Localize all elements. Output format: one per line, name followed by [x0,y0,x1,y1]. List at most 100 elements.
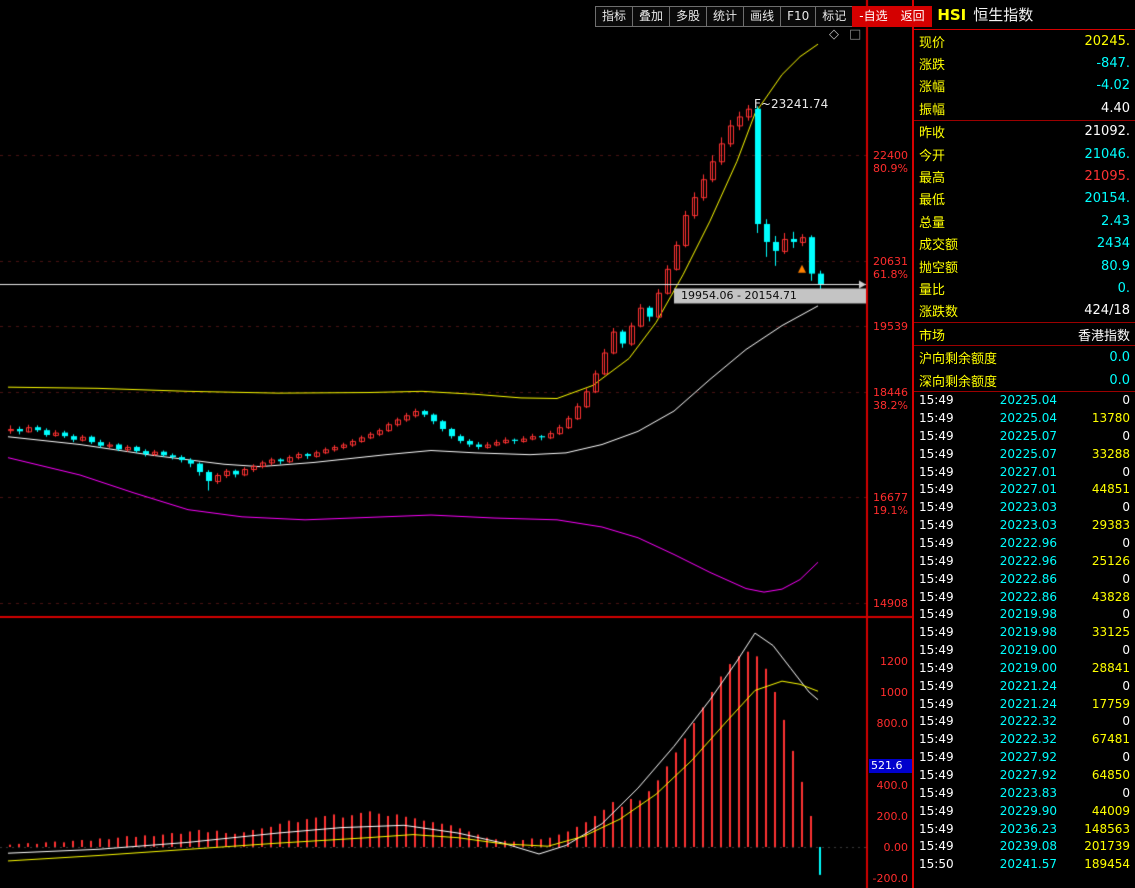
quota-rows-container: 沪向剩余额度 0.0深向剩余额度0.0 [914,346,1135,391]
chart-toolbar: 指标叠加多股统计画线F10标记-自选返回 [596,6,932,27]
tick-time: 15:49 [919,624,963,642]
tick-time: 15:49 [919,785,963,803]
tick-volume: 0 [1070,535,1130,553]
tick-price: 20241.57 [963,856,1070,874]
tick-row: 15:4920219.980 [914,606,1135,624]
tick-volume: 43828 [1070,589,1130,607]
indicator-axis-label: 1200 [880,655,908,668]
fib-percent-label: 38.2% [873,399,908,412]
quote-row-label: 最低 [919,189,945,208]
tick-row: 15:4920225.070 [914,428,1135,446]
tick-time: 15:49 [919,446,963,464]
tick-row: 15:4920225.040 [914,392,1135,410]
tick-volume: 0 [1070,428,1130,446]
tick-row: 15:4920227.010 [914,464,1135,482]
quote-row: 振幅4.40 [914,97,1135,119]
tick-row: 15:4920229.9044009 [914,803,1135,821]
tick-volume: 189454 [1070,856,1130,874]
tick-row: 15:4920219.000 [914,642,1135,660]
toolbar-button-f10[interactable]: F10 [780,6,816,27]
quota-row: 深向剩余额度0.0 [914,369,1135,391]
tick-time: 15:49 [919,713,963,731]
toolbar-button-indicator[interactable]: 指标 [595,6,633,27]
tick-price: 20225.07 [963,428,1070,446]
quote-row: 涨跌数424/18 [914,300,1135,322]
quote-row-value: 0. [1118,281,1130,296]
quote-row-value: 2.43 [1101,214,1130,229]
quota-row-value: 0.0 [1109,373,1130,388]
note-icon[interactable]: □ [849,28,861,41]
tick-row: 15:4920222.9625126 [914,553,1135,571]
tick-volume: 0 [1070,642,1130,660]
quote-row: 涨幅-4.02 [914,75,1135,97]
tick-time: 15:50 [919,856,963,874]
quota-row-label: 沪向剩余额度 [919,348,997,367]
quote-row-label: 涨幅 [919,76,945,95]
tick-price: 20222.96 [963,553,1070,571]
market-row: 市场 香港指数 [914,323,1135,345]
quote-row-label: 成交额 [919,234,958,253]
quote-row-value: 2434 [1097,236,1130,251]
tick-volume: 0 [1070,499,1130,517]
tick-volume: 67481 [1070,731,1130,749]
tick-list[interactable]: 15:4920225.04015:4920225.041378015:49202… [914,392,1135,874]
tick-volume: 0 [1070,571,1130,589]
indicator-axis-label: 1000 [880,686,908,699]
instrument-header[interactable]: G HSI 恒生指数 [914,0,1135,30]
toolbar-button-multi-stock[interactable]: 多股 [669,6,707,27]
toolbar-button-remove-watchlist[interactable]: -自选 [852,6,894,27]
tick-price: 20222.32 [963,713,1070,731]
tick-time: 15:49 [919,410,963,428]
toolbar-button-mark[interactable]: 标记 [815,6,853,27]
tick-price: 20222.32 [963,731,1070,749]
quote-row-label: 涨跌数 [919,301,958,320]
tick-time: 15:49 [919,499,963,517]
quote-row-label: 涨跌 [919,54,945,73]
quote-row-label: 总量 [919,212,945,231]
instrument-code: HSI [937,6,966,24]
quote-row-value: 20245. [1085,34,1131,49]
tick-price: 20219.98 [963,606,1070,624]
tick-price: 20225.07 [963,446,1070,464]
indicator-axis-label: 400.0 [877,779,909,792]
indicator-axis-label: 200.0 [877,810,909,823]
tick-time: 15:49 [919,481,963,499]
main-chart-canvas[interactable] [0,0,912,888]
toolbar-button-back[interactable]: 返回 [894,6,932,27]
quote-row: 今开21046. [914,143,1135,165]
tick-price: 20222.96 [963,535,1070,553]
quote-row: 总量 2.43 [914,210,1135,232]
quote-row: 最高 21095. [914,165,1135,187]
tick-time: 15:49 [919,821,963,839]
quote-row-label: 最高 [919,167,945,186]
tick-volume: 25126 [1070,553,1130,571]
fib-level-label: 20631 [873,255,908,268]
peak-price-annotation: F~23241.74 [754,97,828,111]
tick-row: 15:4920222.320 [914,713,1135,731]
market-row-value: 香港指数 [1078,325,1130,344]
tick-row: 15:4920223.0329383 [914,517,1135,535]
quote-row: 昨收21092. [914,121,1135,143]
tick-volume: 33125 [1070,624,1130,642]
market-row-label: 市场 [919,325,945,344]
quote-row: 最低20154. [914,188,1135,210]
quote-row: 涨跌-847. [914,52,1135,74]
market-row-container: 市场 香港指数 [914,323,1135,345]
fib-percent-label: 80.9% [873,162,908,175]
tick-volume: 0 [1070,678,1130,696]
diamond-icon[interactable]: ◇ [829,28,839,41]
tick-price: 20221.24 [963,696,1070,714]
tick-row: 15:4920222.8643828 [914,589,1135,607]
tick-volume: 201739 [1070,838,1130,856]
tick-price: 20229.90 [963,803,1070,821]
tick-price: 20219.00 [963,660,1070,678]
tick-time: 15:49 [919,571,963,589]
quote-row: 成交额 2434 [914,233,1135,255]
tick-row: 15:4920223.830 [914,785,1135,803]
tick-price: 20239.08 [963,838,1070,856]
fib-percent-label: 19.1% [873,504,908,517]
toolbar-button-overlay[interactable]: 叠加 [632,6,670,27]
quote-row-value: 21095. [1085,169,1131,184]
toolbar-button-draw-line[interactable]: 画线 [743,6,781,27]
toolbar-button-statistics[interactable]: 统计 [706,6,744,27]
